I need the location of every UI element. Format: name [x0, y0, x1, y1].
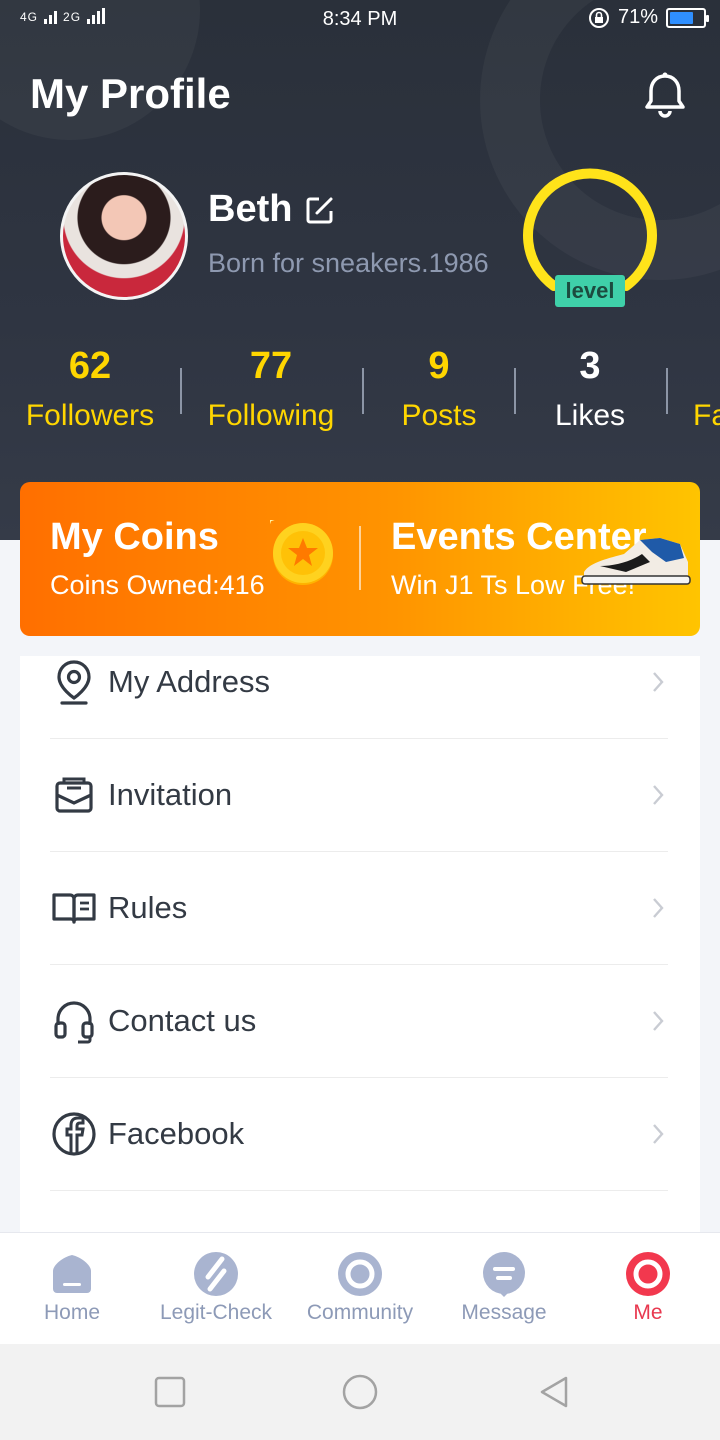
chevron-right-icon [653, 898, 664, 918]
menu-label: My Address [108, 664, 270, 699]
stat-value [693, 340, 720, 392]
chevron-right-icon [653, 672, 664, 692]
tab-label: Legit-Check [159, 1301, 273, 1324]
menu-label: Rules [108, 890, 188, 925]
stat-value: 3 [579, 345, 601, 387]
tab-me[interactable]: Me [576, 1233, 720, 1345]
notification-bell-icon[interactable] [640, 70, 690, 120]
menu-label: Facebook [108, 1116, 245, 1151]
profile-stats: 62 Followers 77 Following 9 Posts 3 Like… [0, 340, 720, 440]
envelope-icon [55, 777, 93, 813]
settings-menu: My Address Invitation Rules Contact us F… [20, 656, 700, 1236]
coin-star-icon [270, 520, 333, 585]
stat-likes[interactable]: 3 Likes [530, 340, 650, 440]
stat-label: Fa [693, 399, 720, 432]
tab-label: Message [461, 1301, 547, 1324]
stat-label: Likes [554, 399, 626, 432]
menu-item-my-address[interactable]: My Address [50, 656, 668, 739]
menu-item-rules[interactable]: Rules [50, 852, 668, 965]
rotation-lock-icon [588, 7, 609, 28]
stat-posts[interactable]: 9 Posts [380, 340, 498, 440]
stat-value: 62 [68, 345, 112, 387]
tab-legit-check[interactable]: Legit-Check [144, 1233, 288, 1345]
back-button-icon[interactable] [534, 1372, 574, 1412]
tab-home[interactable]: Home [0, 1233, 144, 1345]
home-icon [53, 1255, 91, 1293]
profile-name: Beth [208, 188, 293, 230]
stat-value: 77 [249, 345, 293, 387]
bottom-tab-bar: Home Legit-Check Community Message Me [0, 1232, 720, 1344]
menu-label: Invitation [108, 777, 233, 812]
menu-item-partial[interactable] [50, 1191, 668, 1236]
legit-check-icon [194, 1252, 238, 1296]
coins-owned: Coins Owned:416 [50, 570, 265, 600]
headset-icon [54, 1001, 94, 1044]
status-right: 71% [588, 6, 709, 29]
avatar[interactable] [60, 172, 188, 300]
chevron-right-icon [653, 785, 664, 805]
coins-events-banner: My Coins Coins Owned:416 Events Center W… [20, 482, 700, 636]
stat-divider [180, 368, 182, 414]
my-coins-card[interactable]: My Coins Coins Owned:416 [20, 482, 360, 636]
book-icon [52, 893, 96, 924]
tab-label: Home [43, 1301, 101, 1324]
menu-item-facebook[interactable]: Facebook [50, 1078, 668, 1191]
menu-label: Contact us [108, 1003, 257, 1038]
stat-value: 9 [428, 345, 450, 387]
stat-label: Following [207, 399, 335, 432]
home-button-icon[interactable] [340, 1372, 380, 1412]
battery-icon [666, 7, 709, 28]
menu-item-invitation[interactable]: Invitation [50, 739, 668, 852]
status-bar: 4G 2G 8:34 PM 71% [0, 0, 720, 40]
sneaker-image [581, 538, 691, 585]
my-coins-title: My Coins [50, 516, 219, 558]
chevron-right-icon [653, 1011, 664, 1031]
stat-label: Posts [401, 399, 477, 432]
recents-button-icon[interactable] [150, 1372, 190, 1412]
battery-percent: 71% [617, 6, 658, 28]
message-icon [483, 1252, 525, 1297]
menu-item-contact-us[interactable]: Contact us [50, 965, 668, 1078]
tab-label: Community [306, 1301, 414, 1324]
tab-community[interactable]: Community [288, 1233, 432, 1345]
location-pin-icon [57, 660, 91, 705]
stat-divider [362, 368, 364, 414]
page-title: My Profile [30, 70, 231, 117]
tab-label: Me [633, 1301, 663, 1324]
edit-profile-icon[interactable] [304, 194, 336, 226]
stat-divider [666, 368, 668, 414]
stat-favorites[interactable]: Fa [693, 340, 720, 440]
stat-divider [514, 368, 516, 414]
stat-following[interactable]: 77 Following [200, 340, 342, 440]
profile-bio: Born for sneakers.1986 [208, 248, 489, 278]
stat-label: Followers [25, 399, 155, 432]
facebook-icon [52, 1112, 96, 1156]
level-badge[interactable]: level [555, 275, 625, 307]
me-icon [626, 1252, 670, 1296]
stat-followers[interactable]: 62 Followers [20, 340, 160, 440]
chevron-right-icon [653, 1124, 664, 1144]
community-icon [338, 1252, 382, 1296]
system-navigation-bar [0, 1344, 720, 1440]
tab-message[interactable]: Message [432, 1233, 576, 1345]
